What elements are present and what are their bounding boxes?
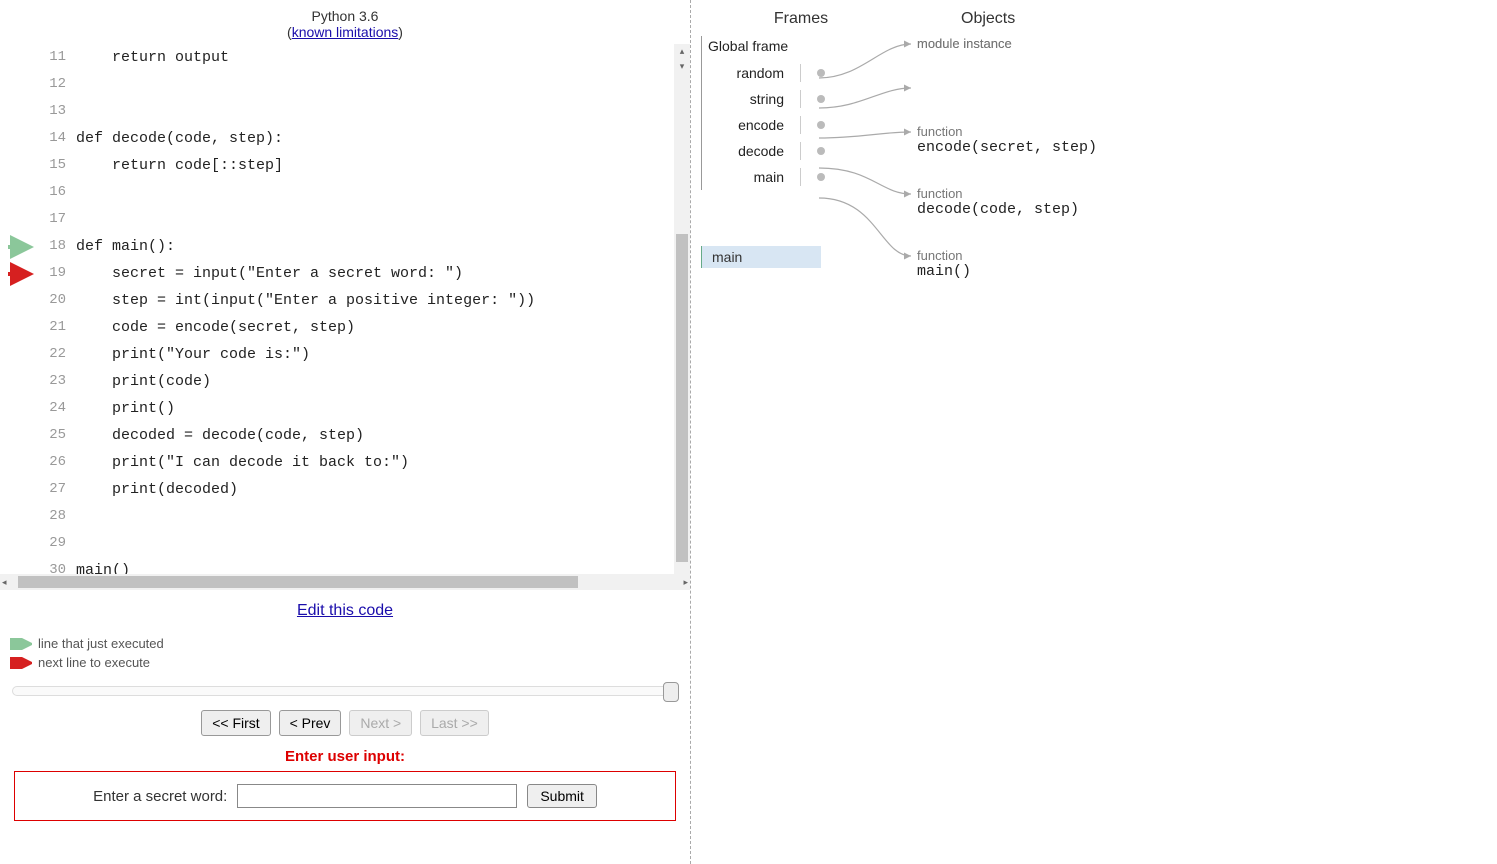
code-scrollbar-horizontal[interactable]: ◂▸ [0, 574, 690, 590]
frame-title: main [712, 249, 742, 265]
step-slider[interactable] [12, 686, 678, 696]
code-scrollbar-vertical[interactable] [674, 44, 690, 574]
step-controls: << First < Prev Next > Last >> [0, 700, 690, 742]
frame-var-row: random [702, 60, 831, 86]
input-prompt-header: Enter user input: [0, 742, 690, 771]
pointer-dot-icon [817, 69, 825, 77]
pointer-dot-icon [817, 121, 825, 129]
code-line: 16 [40, 179, 690, 206]
code-line: 29 [40, 530, 690, 557]
pointer-dot-icon [817, 95, 825, 103]
code-line: 23 print(code) [40, 368, 690, 395]
last-button: Last >> [420, 710, 489, 736]
frame-var-row: main [702, 164, 831, 190]
slider-thumb[interactable] [663, 682, 679, 702]
edit-code-link[interactable]: Edit this code [297, 602, 393, 619]
heap-object: function encode(secret, step) [917, 124, 1097, 156]
global-frame: Global frame random string encode decode… [701, 36, 831, 190]
user-input-field[interactable] [237, 784, 517, 808]
heap-object: function decode(code, step) [917, 186, 1079, 218]
header-info: Python 3.6 (known limitations) [0, 0, 690, 44]
visualization-panel: Frames Objects Global frame random strin [690, 0, 1497, 864]
code-line: 14def decode(code, step): [40, 125, 690, 152]
legend-executed-label: line that just executed [38, 636, 164, 651]
legend: line that just executed next line to exe… [0, 632, 690, 678]
frame-var-row: encode [702, 112, 831, 138]
code-line: 27 print(decoded) [40, 476, 690, 503]
objects-header: Objects [901, 10, 1497, 28]
user-input-box: Enter a secret word: Submit [14, 771, 676, 821]
code-editor: 11 return output 12 13 14def decode(code… [0, 44, 690, 574]
current-frame: main [701, 246, 821, 268]
python-version: Python 3.6 [312, 8, 379, 24]
code-panel: Python 3.6 (known limitations) 11 return… [0, 0, 690, 864]
next-arrow-icon [8, 266, 32, 282]
code-line: 30main() [40, 557, 690, 574]
submit-button[interactable]: Submit [527, 784, 597, 808]
code-line: 20 step = int(input("Enter a positive in… [40, 287, 690, 314]
code-line: 24 print() [40, 395, 690, 422]
code-line: 18def main(): [40, 233, 690, 260]
heap-object: module instance [917, 36, 1012, 51]
legend-next-label: next line to execute [38, 655, 150, 670]
executed-arrow-icon [8, 239, 32, 255]
known-limitations-link[interactable]: known limitations [292, 24, 399, 40]
code-lines: 11 return output 12 13 14def decode(code… [0, 44, 690, 574]
heap-object: function main() [917, 248, 971, 280]
code-line: 28 [40, 503, 690, 530]
frame-title: Global frame [702, 36, 831, 60]
first-button[interactable]: << First [201, 710, 270, 736]
code-line: 15 return code[::step] [40, 152, 690, 179]
code-line: 19 secret = input("Enter a secret word: … [40, 260, 690, 287]
code-line: 13 [40, 98, 690, 125]
code-line: 12 [40, 71, 690, 98]
frames-header: Frames [701, 10, 901, 28]
code-line: 22 print("Your code is:") [40, 341, 690, 368]
pointer-dot-icon [817, 173, 825, 181]
prev-button[interactable]: < Prev [279, 710, 342, 736]
input-label: Enter a secret word: [93, 788, 227, 805]
code-line: 11 return output [40, 44, 690, 71]
code-line: 26 print("I can decode it back to:") [40, 449, 690, 476]
code-line: 21 code = encode(secret, step) [40, 314, 690, 341]
executed-arrow-icon [10, 638, 32, 650]
code-line: 17 [40, 206, 690, 233]
next-button: Next > [349, 710, 412, 736]
frame-var-row: decode [702, 138, 831, 164]
next-arrow-icon [10, 657, 32, 669]
frame-var-row: string [702, 86, 831, 112]
code-line: 25 decoded = decode(code, step) [40, 422, 690, 449]
pointer-dot-icon [817, 147, 825, 155]
